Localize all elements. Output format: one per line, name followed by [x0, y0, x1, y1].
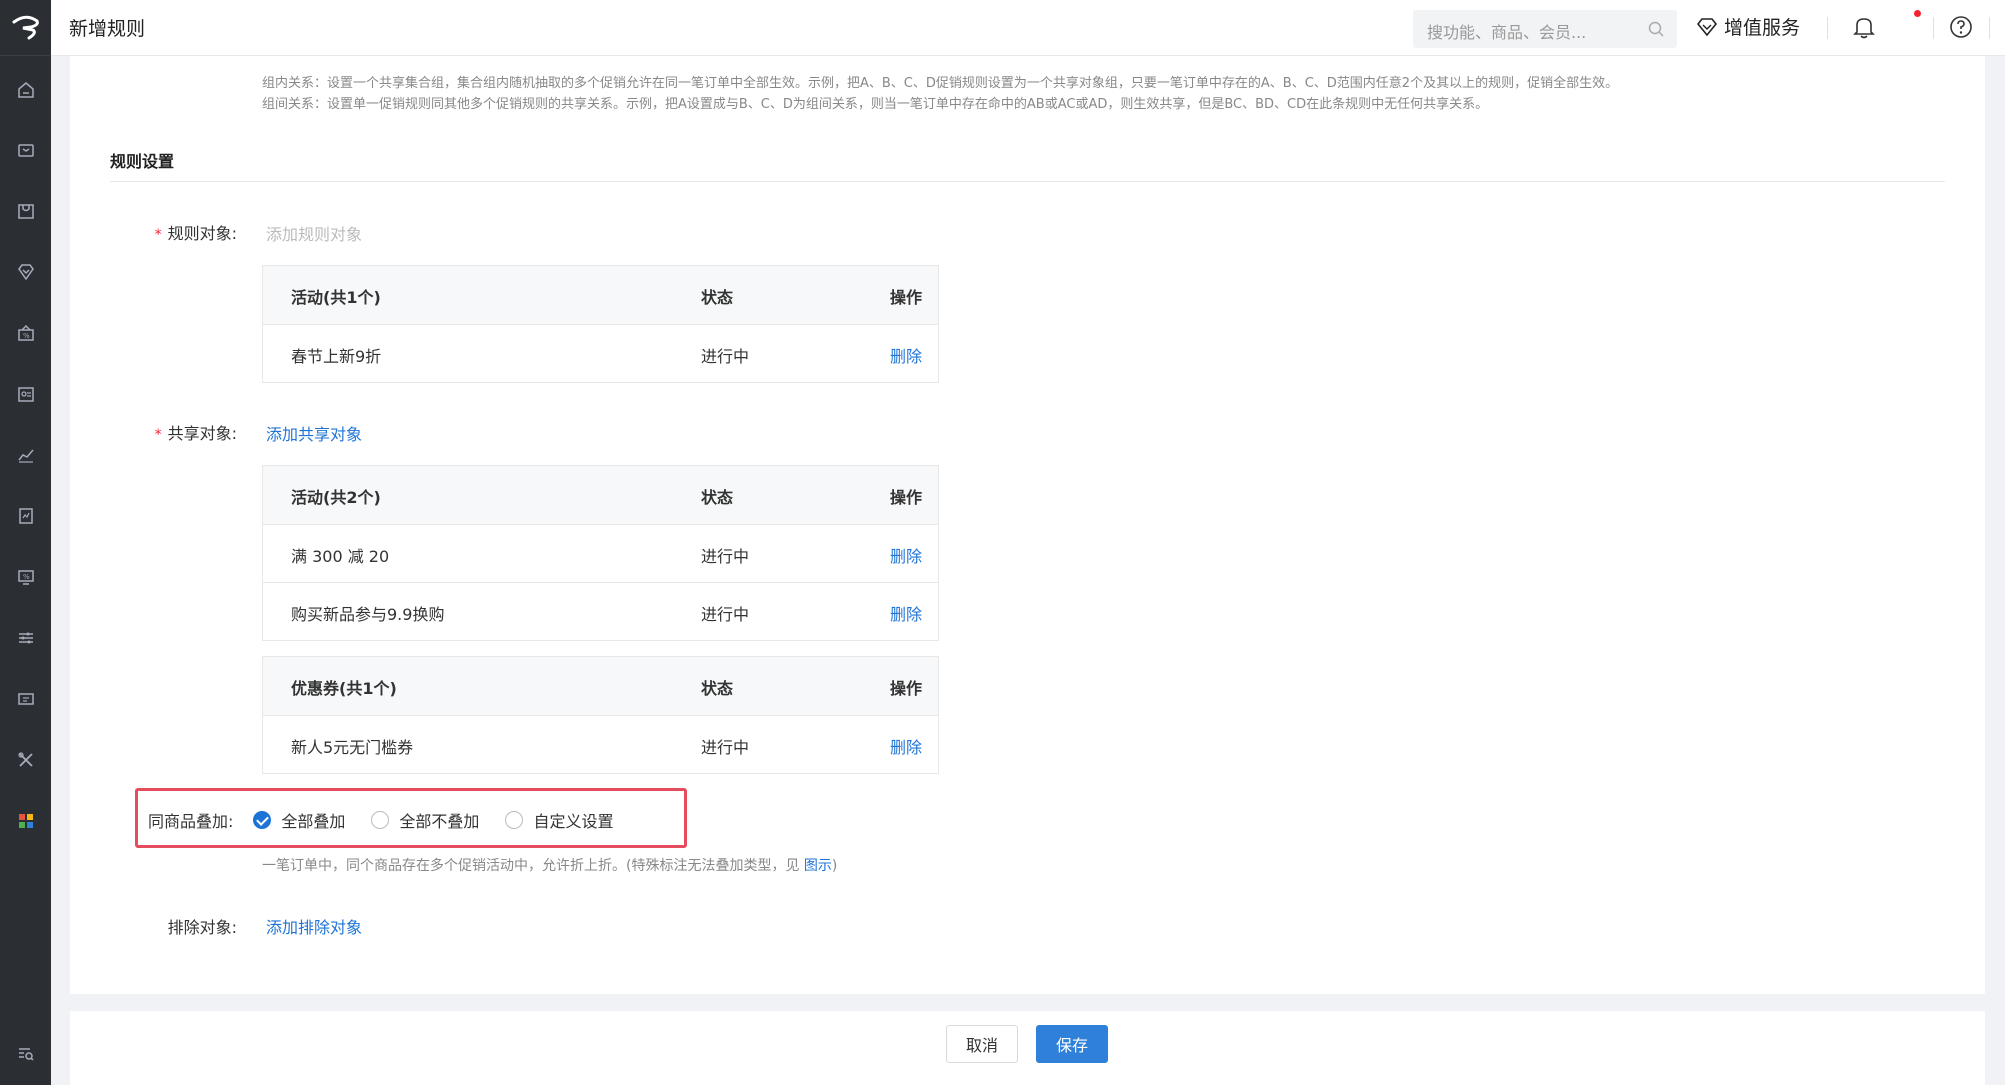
delete-link[interactable]: 删除 — [890, 601, 922, 625]
column-header: 状态 — [701, 288, 734, 307]
radio-label: 自定义设置 — [533, 812, 614, 831]
diagram-link[interactable]: 图示 — [804, 858, 832, 874]
notification-badge — [1914, 10, 1921, 17]
rule-target-table: 活动(共1个) 状态 操作 春节上新9折 进行中 删除 — [262, 265, 939, 383]
table-header-row: 活动(共2个) 状态 操作 — [263, 466, 938, 524]
footer-actions: 取消 保存 — [70, 1011, 1985, 1085]
search-input[interactable]: 搜功能、商品、会员... — [1413, 10, 1677, 48]
table-row: 新人5元无门槛券 进行中 删除 — [263, 715, 938, 773]
member-card-icon[interactable] — [0, 374, 51, 414]
radio-label: 全部叠加 — [281, 812, 346, 831]
required-mark: * — [154, 427, 162, 443]
analytics-icon[interactable] — [0, 435, 51, 475]
column-header: 状态 — [701, 679, 734, 698]
share-coupon-table: 优惠券(共1个) 状态 操作 新人5元无门槛券 进行中 删除 — [262, 656, 939, 774]
radio-custom[interactable]: 自定义设置 — [505, 808, 613, 832]
main-content: 组内关系：设置一个共享集合组，集合组内随机抽取的多个促销允许在同一笔订单中全部生… — [70, 56, 1985, 994]
svg-text:%: % — [23, 573, 30, 581]
note-line: 组内关系：设置一个共享集合组，集合组内随机抽取的多个促销允许在同一笔订单中全部生… — [262, 76, 1619, 91]
table-header-row: 活动(共1个) 状态 操作 — [263, 266, 938, 324]
divider — [1827, 17, 1828, 39]
table-row: 春节上新9折 进行中 删除 — [263, 324, 938, 382]
radio-checked-icon[interactable] — [253, 811, 272, 829]
delete-link[interactable]: 删除 — [890, 734, 922, 758]
status-text: 进行中 — [701, 347, 750, 366]
activity-name: 春节上新9折 — [291, 347, 382, 366]
help-icon[interactable] — [1949, 15, 1973, 43]
add-share-target-link[interactable]: 添加共享对象 — [266, 421, 362, 445]
message-icon[interactable] — [0, 679, 51, 719]
wallet-icon[interactable] — [0, 130, 51, 170]
svg-text:%: % — [23, 332, 30, 340]
activity-name: 购买新品参与9.9换购 — [291, 605, 445, 624]
tools-icon[interactable] — [0, 740, 51, 780]
radio-unchecked-icon[interactable] — [371, 811, 390, 829]
table-header-row: 优惠券(共1个) 状态 操作 — [263, 657, 938, 715]
share-target-label-text: 共享对象: — [167, 424, 237, 443]
marketing-icon[interactable]: % — [0, 313, 51, 353]
rule-target-label: * 规则对象: — [102, 220, 237, 244]
radio-unchecked-icon[interactable] — [505, 811, 524, 829]
column-header: 状态 — [701, 488, 734, 507]
bell-icon[interactable] — [1852, 14, 1876, 44]
column-header: 操作 — [889, 288, 922, 307]
sidebar: % % — [0, 0, 51, 1085]
note-line: 组间关系：设置单一促销规则同其他多个促销规则的共享关系。示例，把A设置成与B、C… — [262, 97, 1489, 112]
column-header: 操作 — [889, 488, 922, 507]
status-text: 进行中 — [701, 738, 750, 757]
radio-stack-none[interactable]: 全部不叠加 — [371, 808, 479, 832]
diamond-icon[interactable] — [0, 252, 51, 292]
store-icon[interactable] — [0, 191, 51, 231]
add-exclude-target-link[interactable]: 添加排除对象 — [266, 914, 362, 938]
table-row: 购买新品参与9.9换购 进行中 删除 — [263, 582, 938, 640]
stacking-hint: 一笔订单中，同个商品存在多个促销活动中，允许折上折。(特殊标注无法叠加类型，见 … — [262, 855, 837, 875]
search-placeholder: 搜功能、商品、会员... — [1427, 23, 1587, 42]
hint-text: 一笔订单中，同个商品存在多个促销活动中，允许折上折。(特殊标注无法叠加类型，见 — [262, 858, 800, 874]
stacking-radio-group: 同商品叠加: 全部叠加 全部不叠加 自定义设置 — [148, 808, 639, 832]
settings-sliders-icon[interactable] — [0, 618, 51, 658]
radio-label: 全部不叠加 — [399, 812, 480, 831]
share-activity-table: 活动(共2个) 状态 操作 满 300 减 20 进行中 删除 购买新品参与9.… — [262, 465, 939, 641]
share-target-label: * 共享对象: — [102, 420, 237, 444]
activity-name: 满 300 减 20 — [291, 547, 390, 566]
table-row: 满 300 减 20 进行中 删除 — [263, 524, 938, 582]
top-header: 新增规则 搜功能、商品、会员... 增值服务 — [51, 0, 2005, 56]
apps-icon[interactable] — [0, 801, 51, 841]
value-added-service-button[interactable]: 增值服务 — [1696, 13, 1800, 40]
radio-stack-all[interactable]: 全部叠加 — [253, 808, 345, 832]
add-rule-target-link[interactable]: 添加规则对象 — [266, 221, 362, 245]
status-text: 进行中 — [701, 547, 750, 566]
exclude-target-label: 排除对象: — [167, 918, 237, 937]
logo-icon[interactable] — [0, 0, 51, 56]
home-icon[interactable] — [0, 70, 51, 110]
save-button[interactable]: 保存 — [1036, 1025, 1108, 1063]
divider — [110, 181, 1945, 182]
stacking-label: 同商品叠加: — [148, 812, 234, 831]
coupon-name: 新人5元无门槛券 — [291, 738, 414, 757]
column-header: 活动(共2个) — [291, 488, 381, 507]
column-header: 优惠券(共1个) — [291, 679, 397, 698]
search-icon[interactable] — [1647, 20, 1665, 42]
delete-link[interactable]: 删除 — [890, 343, 922, 367]
status-text: 进行中 — [701, 605, 750, 624]
report-icon[interactable] — [0, 496, 51, 536]
relationship-notes: 组内关系：设置一个共享集合组，集合组内随机抽取的多个促销允许在同一笔订单中全部生… — [262, 73, 1618, 115]
cancel-button[interactable]: 取消 — [946, 1025, 1018, 1063]
finance-icon[interactable]: % — [0, 557, 51, 597]
section-title: 规则设置 — [110, 152, 175, 171]
column-header: 操作 — [889, 679, 922, 698]
hint-end: ) — [831, 858, 838, 874]
delete-link[interactable]: 删除 — [890, 543, 922, 567]
required-mark: * — [154, 227, 162, 243]
rule-target-label-text: 规则对象: — [167, 224, 237, 243]
search-list-icon[interactable] — [0, 1034, 51, 1074]
diamond-icon — [1696, 17, 1718, 37]
column-header: 活动(共1个) — [291, 288, 381, 307]
value-added-service-label: 增值服务 — [1724, 17, 1801, 39]
divider — [1989, 17, 1990, 39]
page-title: 新增规则 — [69, 18, 146, 40]
divider — [1933, 17, 1934, 39]
